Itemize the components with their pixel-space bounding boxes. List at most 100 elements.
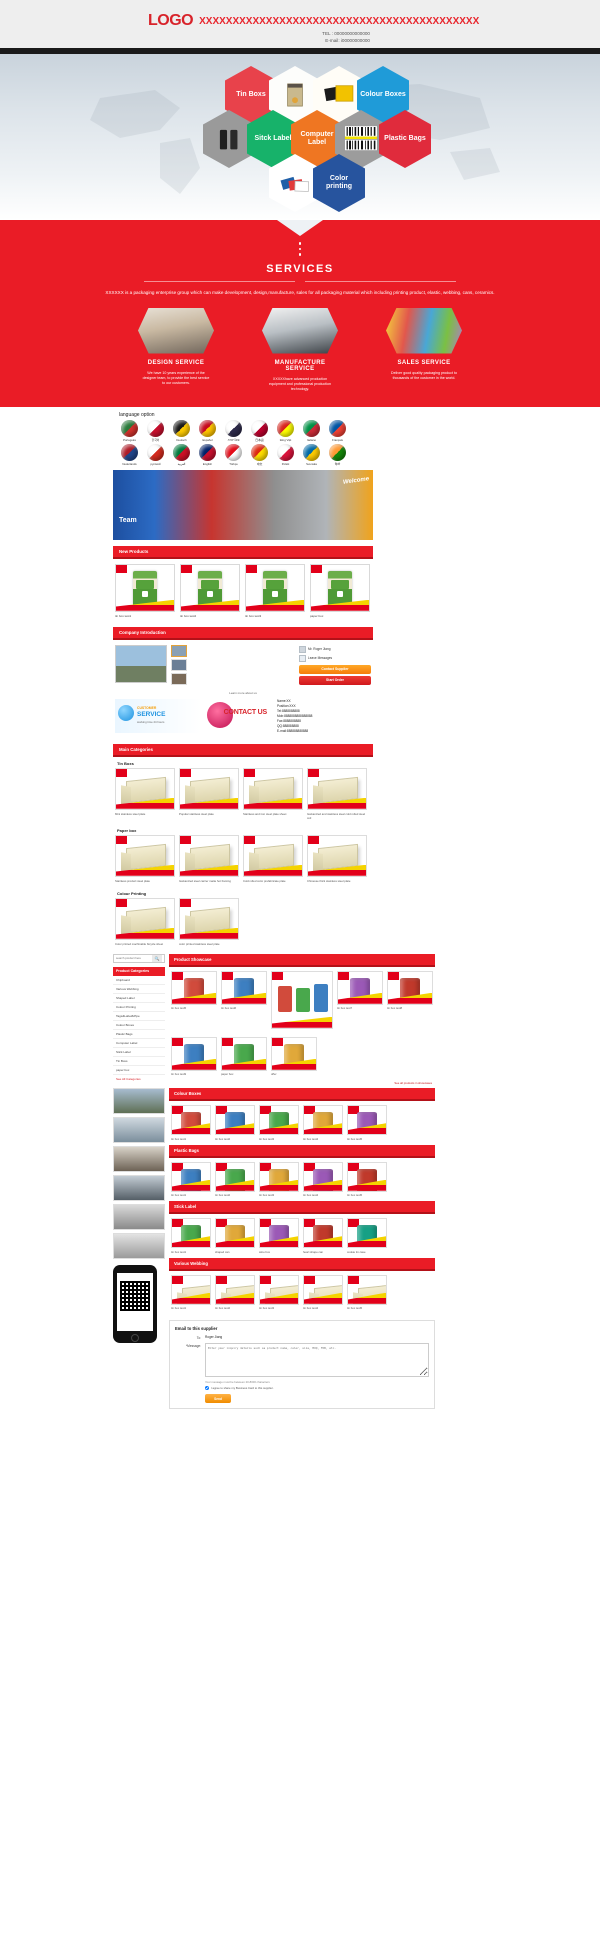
showcase-image[interactable] bbox=[271, 1036, 317, 1071]
sidebar-category-item[interactable]: paper box bbox=[113, 1066, 165, 1075]
product-image[interactable] bbox=[310, 563, 370, 612]
language-flag[interactable]: 日本語 bbox=[247, 419, 272, 443]
language-flag[interactable]: Português bbox=[117, 419, 142, 443]
sidebar-photo[interactable] bbox=[113, 1087, 165, 1114]
category-card[interactable]: Mini stainless steel plate bbox=[115, 767, 175, 820]
section-image[interactable] bbox=[259, 1105, 299, 1136]
logo[interactable]: LOGO bbox=[148, 12, 194, 30]
section-image[interactable] bbox=[259, 1274, 299, 1305]
language-flag[interactable]: العربية bbox=[169, 443, 194, 466]
section-card[interactable]: tin box test3 bbox=[259, 1161, 299, 1197]
showcase-card[interactable]: tin box test8 bbox=[387, 970, 433, 1029]
language-flag[interactable]: 한국어 bbox=[143, 419, 168, 443]
category-card[interactable]: color printed stainless steel plate bbox=[179, 897, 239, 946]
leave-message-link[interactable]: Leave Messages bbox=[299, 654, 371, 663]
search-input[interactable] bbox=[114, 955, 152, 962]
section-card[interactable]: tin box test3 bbox=[259, 1105, 299, 1141]
see-all-categories-link[interactable]: See All Categories bbox=[113, 1075, 165, 1083]
sidebar-photo[interactable] bbox=[113, 1116, 165, 1143]
language-flag[interactable]: Italiano bbox=[299, 419, 324, 443]
category-image[interactable] bbox=[115, 767, 175, 810]
service-card-sales[interactable]: SALES SERVICE Deliver good quality packa… bbox=[386, 307, 462, 393]
section-card[interactable]: tin box test2 bbox=[215, 1274, 255, 1310]
section-image[interactable] bbox=[347, 1218, 387, 1249]
sidebar-photo[interactable] bbox=[113, 1145, 165, 1172]
category-card[interactable]: Stainless product steel plate bbox=[115, 834, 175, 883]
category-image[interactable] bbox=[115, 834, 175, 877]
sidebar-category-item[interactable]: Shaped Label bbox=[113, 994, 165, 1003]
agree-checkbox[interactable] bbox=[205, 1386, 209, 1391]
product-search[interactable]: 🔍 bbox=[113, 953, 165, 963]
sidebar-category-item[interactable]: Various Webbing bbox=[113, 985, 165, 994]
language-flag[interactable]: English bbox=[195, 443, 220, 466]
search-icon[interactable]: 🔍 bbox=[152, 954, 162, 962]
start-order-button[interactable]: Start Order bbox=[299, 675, 371, 685]
section-card[interactable]: tin box test4 bbox=[303, 1161, 343, 1197]
section-card[interactable]: tin box test1 bbox=[171, 1161, 211, 1197]
section-card[interactable]: tin box test5 bbox=[347, 1274, 387, 1310]
section-card[interactable]: tin box test4 bbox=[303, 1274, 343, 1310]
showcase-card[interactable]: paper box bbox=[221, 1036, 267, 1076]
section-image[interactable] bbox=[215, 1274, 255, 1305]
product-image[interactable] bbox=[180, 563, 240, 612]
section-card[interactable]: tin box test1 bbox=[171, 1105, 211, 1141]
section-image[interactable] bbox=[171, 1218, 211, 1249]
section-card[interactable]: tin box test5 bbox=[347, 1161, 387, 1197]
section-card[interactable]: tin box test2 bbox=[215, 1161, 255, 1197]
section-card[interactable]: tin box test5 bbox=[347, 1105, 387, 1141]
sidebar-photo[interactable] bbox=[113, 1174, 165, 1201]
language-flag[interactable]: ภาษาไทย bbox=[221, 419, 246, 443]
showcase-card[interactable]: offer bbox=[271, 1036, 317, 1076]
showcase-card[interactable]: tin box test7 bbox=[337, 970, 383, 1029]
category-image[interactable] bbox=[307, 834, 367, 877]
section-image[interactable] bbox=[171, 1274, 211, 1305]
sidebar-category-item[interactable]: Stick Label bbox=[113, 1048, 165, 1057]
section-image[interactable] bbox=[347, 1105, 387, 1136]
product-image[interactable] bbox=[115, 563, 175, 612]
category-card[interactable]: Galvanized steel carrier matte hot frami… bbox=[179, 834, 239, 883]
agree-row[interactable]: I agree to share my Business Card to thi… bbox=[205, 1386, 429, 1391]
showcase-image[interactable] bbox=[387, 970, 433, 1005]
section-card[interactable]: tin box test2 bbox=[215, 1105, 255, 1141]
section-image[interactable] bbox=[347, 1274, 387, 1305]
section-image[interactable] bbox=[259, 1161, 299, 1192]
showcase-image[interactable] bbox=[171, 1036, 217, 1071]
showcase-card[interactable]: tin box test5 bbox=[171, 970, 217, 1029]
sidebar-category-item[interactable]: Colour Boxes bbox=[113, 1021, 165, 1030]
showcase-card[interactable]: tin box test6 bbox=[221, 970, 267, 1029]
language-flag[interactable]: Türkçe bbox=[221, 443, 246, 466]
sidebar-category-item[interactable]: Chipboard bbox=[113, 976, 165, 985]
showcase-featured-image[interactable] bbox=[271, 970, 333, 1029]
section-card[interactable]: tin box test1 bbox=[171, 1274, 211, 1310]
company-photo-main[interactable] bbox=[115, 644, 167, 683]
showcase-card[interactable]: tin box test9 bbox=[171, 1036, 217, 1076]
language-flag[interactable]: Français bbox=[325, 419, 350, 443]
contact-supplier-button[interactable]: Contact Supplier bbox=[299, 664, 371, 674]
product-card[interactable]: tin box test3 bbox=[245, 563, 305, 618]
section-card[interactable]: heart shape can bbox=[303, 1218, 343, 1254]
language-flag[interactable]: Polski bbox=[273, 443, 298, 466]
sidebar-category-item[interactable]: Plastic Bags bbox=[113, 1030, 165, 1039]
section-card[interactable]: shaped can bbox=[215, 1218, 255, 1254]
category-image[interactable] bbox=[243, 834, 303, 877]
category-card[interactable]: Stainless and iron steel plate sheet bbox=[243, 767, 303, 820]
section-image[interactable] bbox=[215, 1105, 255, 1136]
company-photo-thumb[interactable] bbox=[171, 644, 187, 657]
category-card[interactable]: Galvanized and stainless steel cold roll… bbox=[307, 767, 367, 820]
category-card[interactable]: Popular stainless steel plate bbox=[179, 767, 239, 820]
section-image[interactable] bbox=[171, 1105, 211, 1136]
section-card[interactable]: cookie tin case bbox=[347, 1218, 387, 1254]
section-image[interactable] bbox=[303, 1274, 343, 1305]
language-flag[interactable]: Español bbox=[195, 419, 220, 443]
category-image[interactable] bbox=[179, 834, 239, 877]
section-card[interactable]: tin box test1 bbox=[171, 1218, 211, 1254]
service-card-design[interactable]: DESIGN SERVICE We have 10 years experien… bbox=[138, 307, 214, 393]
category-card[interactable]: Cold rolled color prefabricate plate bbox=[243, 834, 303, 883]
product-card[interactable]: paper box bbox=[310, 563, 370, 618]
language-flag[interactable]: русский bbox=[143, 443, 168, 466]
section-card[interactable]: tin box test4 bbox=[303, 1105, 343, 1141]
product-image[interactable] bbox=[245, 563, 305, 612]
showcase-image[interactable] bbox=[221, 970, 267, 1005]
language-flag[interactable]: Deutsch bbox=[169, 419, 194, 443]
company-photo-thumb[interactable] bbox=[171, 672, 187, 685]
